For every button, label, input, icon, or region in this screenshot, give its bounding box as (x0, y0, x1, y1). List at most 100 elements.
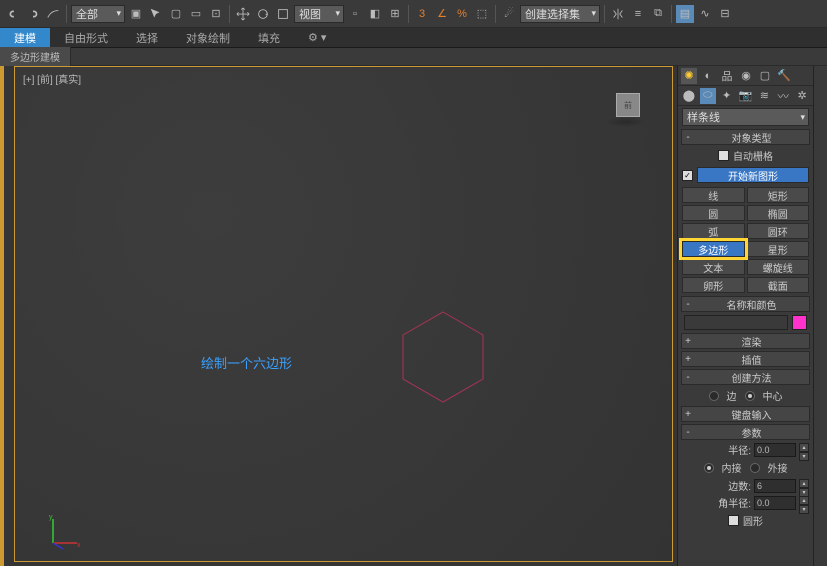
ribbon-subtabbar: 多边形建模 (0, 48, 827, 66)
ellipse-button[interactable]: 椭圆 (747, 205, 810, 221)
utilities-tab-icon[interactable]: 🔨 (776, 68, 792, 84)
subcategory-dropdown[interactable]: 样条线 (682, 108, 809, 126)
viewport[interactable]: [+] [前] [真实] 前 绘制一个六边形 y x (0, 66, 677, 566)
rectangle-button[interactable]: 矩形 (747, 187, 810, 203)
tab-gear[interactable]: ⚙ ▾ (294, 28, 340, 47)
egg-button[interactable]: 卵形 (682, 277, 745, 293)
percent-snap-icon[interactable]: % (453, 5, 471, 23)
inscribed-radio[interactable] (704, 463, 714, 473)
donut-button[interactable]: 圆环 (747, 223, 810, 239)
tab-modeling[interactable]: 建模 (0, 28, 50, 47)
snap-toggle-icon[interactable]: 3 (413, 5, 431, 23)
viewcube-shadow (606, 117, 646, 127)
sides-spinner[interactable]: 6 (754, 479, 796, 493)
circular-label: 圆形 (743, 513, 763, 528)
keyboard-entry-rollout[interactable]: +键盘输入 (681, 406, 810, 422)
select-name-icon[interactable]: ▢ (167, 5, 185, 23)
unlink-icon[interactable] (24, 5, 42, 23)
creation-method-rollout[interactable]: -创建方法 (681, 369, 810, 385)
spacewarps-cat-icon[interactable]: 〰 (775, 88, 791, 104)
motion-tab-icon[interactable]: ◉ (738, 68, 754, 84)
layer-icon[interactable]: ⧉ (649, 5, 667, 23)
pivot-icon[interactable]: ▫ (346, 5, 364, 23)
circle-button[interactable]: 圆 (682, 205, 745, 221)
corner-radius-spin-buttons[interactable]: ▴▾ (799, 496, 809, 510)
startnew-checkbox[interactable]: ✓ (682, 170, 693, 181)
tab-populate[interactable]: 填充 (244, 28, 294, 47)
ribbon-icon[interactable]: ▤ (676, 5, 694, 23)
named-sel-dropdown[interactable]: 创建选择集 (520, 5, 600, 23)
separator (408, 5, 409, 23)
radius-spinner[interactable]: 0.0 (754, 443, 796, 457)
corner-radius-spinner[interactable]: 0.0 (754, 496, 796, 510)
angle-snap-icon[interactable]: ∠ (433, 5, 451, 23)
link-icon[interactable] (4, 5, 22, 23)
main-area: [+] [前] [真实] 前 绘制一个六边形 y x ✺ ◐ 品 ◉ ▢ 🔨 (0, 66, 827, 566)
svg-text:x: x (77, 542, 81, 549)
parameters-rollout[interactable]: -参数 (681, 424, 810, 440)
object-name-input[interactable] (684, 315, 788, 330)
mirror-icon[interactable] (609, 5, 627, 23)
spinner-snap-icon[interactable]: ⬚ (473, 5, 491, 23)
viewport-label[interactable]: [+] [前] [真实] (23, 71, 81, 86)
select-icon[interactable]: ▣ (127, 5, 145, 23)
tab-objectpaint[interactable]: 对象绘制 (172, 28, 244, 47)
filter-dropdown[interactable]: 全部 (71, 5, 125, 23)
create-tab-icon[interactable]: ✺ (681, 68, 697, 84)
lights-cat-icon[interactable]: ✦ (719, 88, 735, 104)
autogrid-checkbox[interactable] (718, 150, 729, 161)
shapes-cat-icon[interactable]: ⬭ (700, 88, 716, 104)
ngon-button[interactable]: 多边形 (682, 241, 745, 257)
keymode-icon[interactable]: ⊞ (386, 5, 404, 23)
align-icon[interactable]: ≡ (629, 5, 647, 23)
circumscribed-radio[interactable] (750, 463, 760, 473)
hierarchy-tab-icon[interactable]: 品 (719, 68, 735, 84)
command-panel: ✺ ◐ 品 ◉ ▢ 🔨 ⬤ ⬭ ✦ 📷 ≋ 〰 ✲ 样条线 -对象类型 自动栅格… (677, 66, 813, 566)
sides-spin-buttons[interactable]: ▴▾ (799, 479, 809, 493)
radius-spin-buttons[interactable]: ▴▾ (799, 443, 809, 457)
manip-icon[interactable]: ◧ (366, 5, 384, 23)
subtab-polymodel[interactable]: 多边形建模 (0, 47, 71, 66)
helix-button[interactable]: 螺旋线 (747, 259, 810, 275)
viewcube[interactable]: 前 (616, 93, 640, 117)
edge-radio[interactable] (709, 391, 719, 401)
interpolation-rollout[interactable]: +插值 (681, 351, 810, 367)
move-icon[interactable] (234, 5, 252, 23)
modify-tab-icon[interactable]: ◐ (700, 68, 716, 84)
render-rollout[interactable]: +渲染 (681, 333, 810, 349)
systems-cat-icon[interactable]: ✲ (794, 88, 810, 104)
tab-freeform[interactable]: 自由形式 (50, 28, 122, 47)
viewport-inner[interactable]: [+] [前] [真实] 前 绘制一个六边形 y x (14, 66, 673, 562)
center-radio[interactable] (745, 391, 755, 401)
curve-editor-icon[interactable]: ∿ (696, 5, 714, 23)
circumscribed-label: 外接 (768, 460, 788, 475)
edge-label: 边 (727, 388, 737, 403)
arc-button[interactable]: 弧 (682, 223, 745, 239)
line-button[interactable]: 线 (682, 187, 745, 203)
section-button[interactable]: 截面 (747, 277, 810, 293)
bind-icon[interactable] (44, 5, 62, 23)
name-color-rollout[interactable]: -名称和颜色 (681, 296, 810, 312)
cameras-cat-icon[interactable]: 📷 (738, 88, 754, 104)
helpers-cat-icon[interactable]: ≋ (756, 88, 772, 104)
scale-icon[interactable] (274, 5, 292, 23)
window-crossing-icon[interactable]: ⊡ (207, 5, 225, 23)
panel-scrollbar[interactable] (813, 66, 827, 566)
separator (671, 5, 672, 23)
tab-selection[interactable]: 选择 (122, 28, 172, 47)
display-tab-icon[interactable]: ▢ (757, 68, 773, 84)
hexagon-shape (393, 307, 493, 407)
circular-checkbox[interactable] (728, 515, 739, 526)
text-button[interactable]: 文本 (682, 259, 745, 275)
object-type-rollout[interactable]: -对象类型 (681, 129, 810, 145)
start-new-shape-button[interactable]: 开始新图形 (697, 167, 809, 183)
rect-select-icon[interactable]: ▭ (187, 5, 205, 23)
rotate-icon[interactable] (254, 5, 272, 23)
star-button[interactable]: 星形 (747, 241, 810, 257)
cursor-icon[interactable] (147, 5, 165, 23)
object-color-swatch[interactable] (792, 315, 807, 330)
refcoord-dropdown[interactable]: 视图 (294, 5, 344, 23)
geometry-cat-icon[interactable]: ⬤ (681, 88, 697, 104)
schematic-icon[interactable]: ⊟ (716, 5, 734, 23)
editnamed-icon[interactable]: ☄ (500, 5, 518, 23)
